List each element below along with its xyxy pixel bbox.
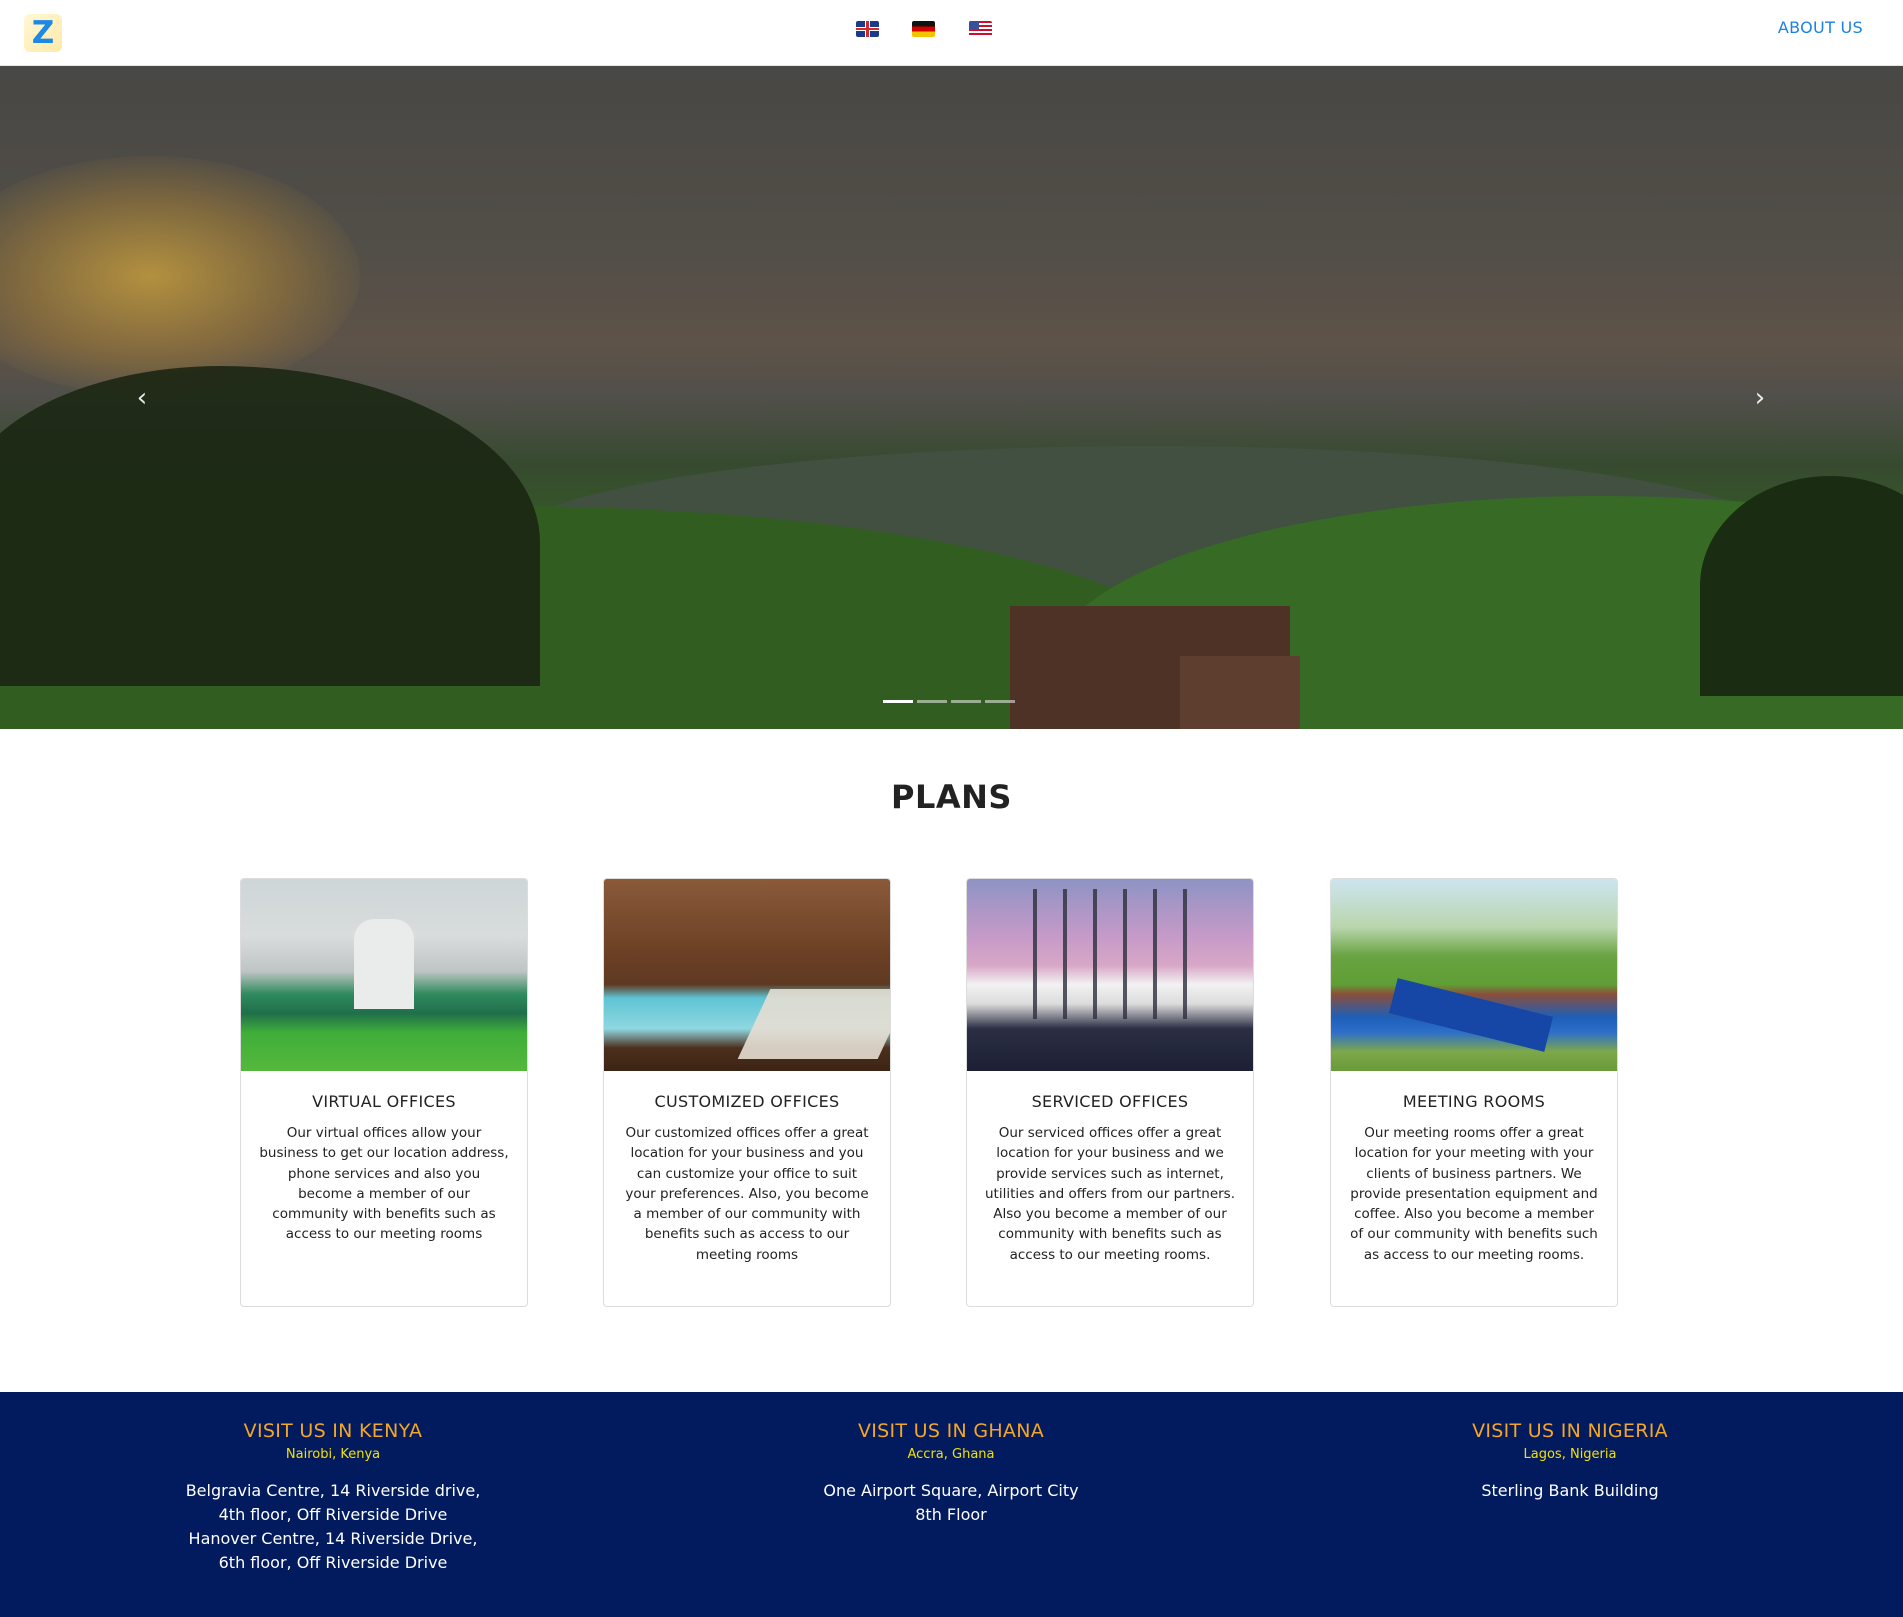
footer-location-address: Belgravia Centre, 14 Riverside drive, 4t… [185, 1481, 481, 1572]
carousel-next-icon[interactable]: › [1740, 378, 1780, 418]
plan-title: SERVICED OFFICES [1031, 1092, 1189, 1111]
footer-location-address: One Airport Square, Airport City 8th Flo… [823, 1481, 1079, 1524]
us-flag-icon[interactable] [969, 21, 992, 37]
about-us-link[interactable]: ABOUT US [1778, 18, 1863, 37]
plan-card-customized-offices[interactable]: CUSTOMIZED OFFICES Our customized office… [603, 878, 891, 1307]
plan-card-meeting-rooms[interactable]: MEETING ROOMS Our meeting rooms offer a … [1330, 878, 1618, 1307]
plan-description: Our serviced offices offer a great locat… [985, 1125, 1235, 1263]
plans-heading: PLANS [891, 778, 1012, 816]
footer: VISIT US IN KENYA Nairobi, Kenya Belgrav… [0, 1392, 1903, 1617]
plan-card-serviced-offices[interactable]: SERVICED OFFICES Our serviced offices of… [966, 878, 1254, 1307]
footer-location-title: VISIT US IN NIGERIA [1472, 1420, 1668, 1442]
plan-card-virtual-offices[interactable]: VIRTUAL OFFICES Our virtual offices allo… [240, 878, 528, 1307]
footer-location-city: Nairobi, Kenya [285, 1447, 381, 1462]
hero-carousel: ‹ › [0, 66, 1903, 729]
logo[interactable]: Z [24, 14, 62, 52]
plan-image [604, 879, 890, 1071]
logo-letter: Z [31, 15, 55, 51]
plan-description: Our virtual offices allow your business … [259, 1125, 509, 1243]
top-navbar: Z ABOUT US [0, 0, 1903, 66]
carousel-indicator-1[interactable] [883, 700, 913, 703]
footer-location-city: Lagos, Nigeria [1523, 1447, 1617, 1462]
footer-location-kenya: VISIT US IN KENYA Nairobi, Kenya Belgrav… [173, 1420, 493, 1575]
footer-location-title: VISIT US IN GHANA [857, 1420, 1045, 1442]
carousel-prev-icon[interactable]: ‹ [122, 378, 162, 418]
uk-flag-icon[interactable] [856, 21, 879, 37]
footer-location-ghana: VISIT US IN GHANA Accra, Ghana One Airpo… [791, 1420, 1111, 1527]
carousel-indicator-3[interactable] [951, 700, 981, 703]
germany-flag-icon[interactable] [912, 21, 935, 37]
footer-location-title: VISIT US IN KENYA [243, 1420, 423, 1442]
plan-image [967, 879, 1253, 1071]
footer-location-nigeria: VISIT US IN NIGERIA Lagos, Nigeria Sterl… [1410, 1420, 1730, 1503]
plan-description: Our customized offices offer a great loc… [625, 1125, 869, 1263]
plan-description: Our meeting rooms offer a great location… [1350, 1125, 1598, 1263]
carousel-indicator-4[interactable] [985, 700, 1015, 703]
footer-location-city: Accra, Ghana [907, 1447, 995, 1462]
plan-title: CUSTOMIZED OFFICES [654, 1092, 840, 1111]
plan-title: MEETING ROOMS [1402, 1092, 1546, 1111]
carousel-indicator-2[interactable] [917, 700, 947, 703]
footer-location-address: Sterling Bank Building [1481, 1481, 1659, 1500]
plan-title: VIRTUAL OFFICES [312, 1092, 456, 1111]
plan-image [241, 879, 527, 1071]
plan-image [1331, 879, 1617, 1071]
